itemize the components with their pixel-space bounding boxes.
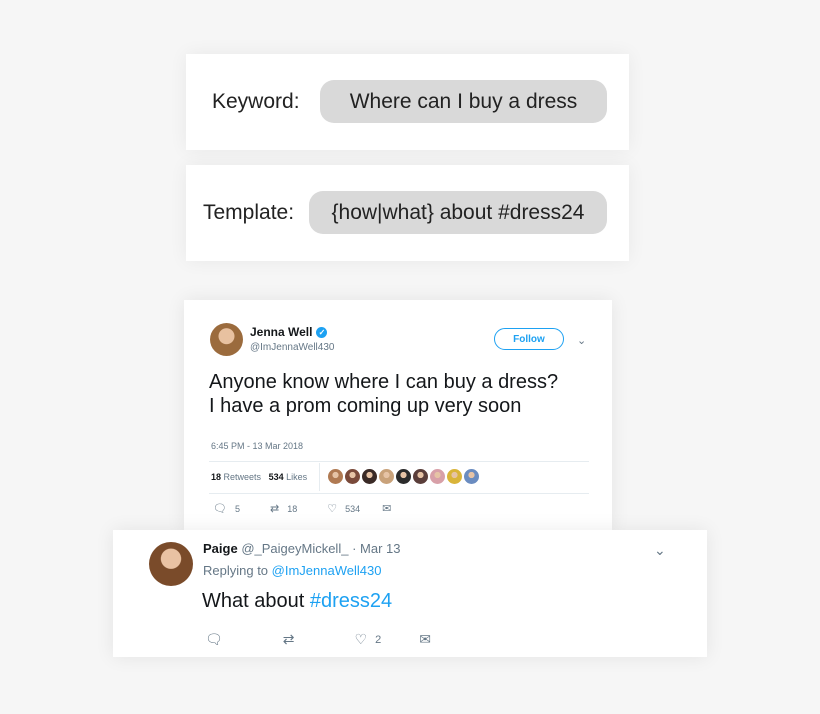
retweet-icon: ⇄ (282, 631, 295, 647)
likes-label[interactable]: Likes (286, 472, 307, 482)
reply-count: 5 (234, 503, 240, 514)
reply-action[interactable]: 🗨 5 (213, 502, 240, 515)
tweet-author-name[interactable]: Jenna Well ✓ (250, 325, 328, 339)
chevron-down-icon[interactable]: ⌄ (577, 334, 586, 347)
divider (209, 493, 589, 494)
tweet-stats: 18 Retweets 534 Likes (211, 472, 307, 482)
liker-avatar[interactable] (413, 469, 428, 484)
tweet-card: Jenna Well ✓ @ImJennaWell430 Follow ⌄ Any… (184, 300, 612, 532)
divider (319, 463, 320, 491)
tweet-text-line-1: Anyone know where I can buy a dress? (209, 371, 559, 393)
mail-icon: ✉ (382, 503, 392, 515)
tweet-author-handle[interactable]: @ImJennaWell430 (250, 342, 334, 353)
reply-text: What about #dress24 (202, 590, 392, 613)
template-label: Template: (203, 201, 295, 224)
like-count: 534 (345, 503, 361, 514)
tweet-text: Anyone know where I can buy a dress? I h… (209, 370, 604, 418)
keyword-value: Where can I buy a dress (320, 80, 607, 123)
tweet-timestamp[interactable]: 6:45 PM - 13 Mar 2018 (211, 441, 303, 451)
reply-author-handle[interactable]: @_PaigeyMickell_ (241, 541, 348, 556)
like-count: 2 (375, 633, 382, 646)
replying-to-prefix: Replying to (203, 563, 269, 578)
likes-count: 534 (268, 472, 284, 482)
reply-action[interactable]: 🗨 (205, 631, 223, 648)
template-value: {how|what} about #dress24 (309, 191, 607, 234)
verified-icon: ✓ (316, 327, 328, 338)
tweet-author-avatar[interactable] (210, 323, 243, 356)
like-action[interactable]: ♡ 2 (355, 631, 382, 648)
reply-icon: 🗨 (205, 631, 223, 647)
chevron-down-icon[interactable]: ⌄ (654, 542, 666, 559)
template-card: Template: {how|what} about #dress24 (186, 165, 629, 261)
reply-actions: 🗨 ⇄ ♡ 2 ✉ (205, 631, 431, 648)
reply-icon: 🗨 (213, 503, 227, 515)
reply-date[interactable]: Mar 13 (360, 541, 400, 556)
liker-avatar[interactable] (362, 469, 377, 484)
retweets-label[interactable]: Retweets (224, 472, 262, 482)
liker-avatar[interactable] (464, 469, 479, 484)
reply-header: Paige @_PaigeyMickell_ · Mar 13 (203, 541, 401, 556)
mail-icon: ✉ (419, 631, 431, 647)
retweet-count: 18 (287, 503, 298, 514)
liker-avatar[interactable] (345, 469, 360, 484)
heart-icon: ♡ (327, 503, 338, 515)
liker-avatar[interactable] (379, 469, 394, 484)
replying-to-handle[interactable]: @ImJennaWell430 (272, 563, 382, 578)
divider (209, 461, 589, 462)
reply-hashtag[interactable]: #dress24 (310, 590, 392, 612)
reply-card: Paige @_PaigeyMickell_ · Mar 13 ⌄ Replyi… (113, 530, 707, 657)
retweet-icon: ⇄ (269, 503, 280, 515)
heart-icon: ♡ (354, 631, 368, 647)
retweet-action[interactable]: ⇄ 18 (270, 502, 297, 515)
message-action[interactable]: ✉ (419, 631, 431, 648)
liker-avatar[interactable] (430, 469, 445, 484)
retweets-count: 18 (211, 472, 222, 482)
replying-to: Replying to @ImJennaWell430 (203, 563, 381, 578)
reply-separator: · (352, 541, 357, 556)
keyword-card: Keyword: Where can I buy a dress (186, 54, 629, 150)
tweet-author-name-text: Jenna Well (250, 325, 313, 339)
reply-text-plain: What about (202, 590, 310, 612)
liker-avatar[interactable] (447, 469, 462, 484)
liker-avatar[interactable] (396, 469, 411, 484)
liker-avatar[interactable] (328, 469, 343, 484)
reply-author-name[interactable]: Paige (203, 541, 238, 556)
likers-avatars (328, 469, 479, 484)
follow-button[interactable]: Follow (494, 328, 564, 350)
retweet-action[interactable]: ⇄ (283, 631, 295, 648)
keyword-label: Keyword: (212, 90, 300, 113)
reply-author-avatar[interactable] (149, 542, 193, 586)
message-action[interactable]: ✉ (382, 502, 391, 515)
tweet-actions: 🗨 5 ⇄ 18 ♡ 534 ✉ (213, 502, 391, 515)
tweet-text-line-2: I have a prom coming up very soon (209, 395, 522, 417)
like-action[interactable]: ♡ 534 (327, 502, 360, 515)
